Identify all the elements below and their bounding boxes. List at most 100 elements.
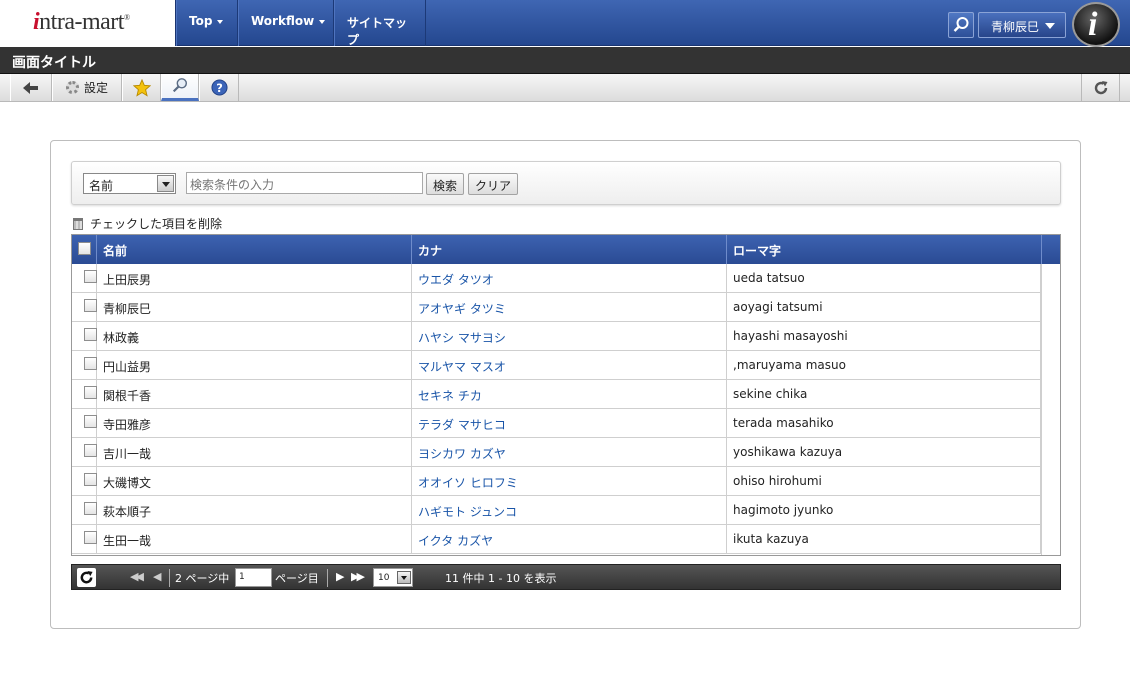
- help-button[interactable]: ?: [199, 74, 239, 101]
- row-checkbox-cell: [72, 409, 97, 437]
- cell-name: 大磯博文: [97, 467, 412, 495]
- search-bar: 名前 検索 クリア: [71, 161, 1061, 205]
- table-row[interactable]: 上田辰男 ウエダ タツオ ueda tatsuo: [72, 264, 1041, 293]
- row-checkbox[interactable]: [84, 502, 97, 515]
- row-checkbox-cell: [72, 322, 97, 350]
- search-toggle-button[interactable]: [161, 74, 199, 101]
- row-checkbox[interactable]: [84, 444, 97, 457]
- row-checkbox[interactable]: [84, 386, 97, 399]
- cell-kana-link[interactable]: ハギモト ジュンコ: [412, 496, 727, 524]
- cell-kana-link[interactable]: ヨシカワ カズヤ: [412, 438, 727, 466]
- pager-separator: [327, 569, 328, 587]
- logo-registered: ®: [123, 13, 130, 22]
- search-input[interactable]: [186, 172, 423, 194]
- intra-mart-logo[interactable]: intra-mart®: [0, 0, 176, 46]
- cell-name: 関根千香: [97, 380, 412, 408]
- cell-kana-link[interactable]: テラダ マサヒコ: [412, 409, 727, 437]
- nav-top[interactable]: Top: [176, 0, 238, 46]
- row-checkbox-cell: [72, 467, 97, 495]
- cell-name: 生田一哉: [97, 525, 412, 553]
- row-checkbox[interactable]: [84, 328, 97, 341]
- cell-romaji: ueda tatsuo: [727, 264, 1041, 292]
- row-checkbox[interactable]: [84, 299, 97, 312]
- cell-romaji: aoyagi tatsumi: [727, 293, 1041, 321]
- row-checkbox[interactable]: [84, 357, 97, 370]
- table-row[interactable]: 萩本順子 ハギモト ジュンコ hagimoto jyunko: [72, 496, 1041, 525]
- pager-separator: [169, 569, 170, 587]
- cell-kana-link[interactable]: セキネ チカ: [412, 380, 727, 408]
- table-row[interactable]: 円山益男 マルヤマ マスオ ,maruyama masuo: [72, 351, 1041, 380]
- table-row[interactable]: 生田一哉 イクタ カズヤ ikuta kazuya: [72, 525, 1041, 554]
- row-checkbox[interactable]: [84, 415, 97, 428]
- cell-romaji: terada masahiko: [727, 409, 1041, 437]
- rows-per-page-select[interactable]: 10: [373, 568, 413, 587]
- clear-button[interactable]: クリア: [468, 173, 519, 195]
- cell-romaji: ikuta kazuya: [727, 525, 1041, 553]
- column-header-romaji[interactable]: ローマ字: [727, 235, 1042, 264]
- cell-kana-link[interactable]: アオヤギ タツミ: [412, 293, 727, 321]
- table-row[interactable]: 吉川一哉 ヨシカワ カズヤ yoshikawa kazuya: [72, 438, 1041, 467]
- row-checkbox-cell: [72, 264, 97, 292]
- row-checkbox-cell: [72, 293, 97, 321]
- cell-kana-link[interactable]: オオイソ ヒロフミ: [412, 467, 727, 495]
- favorite-button[interactable]: [122, 74, 161, 101]
- row-checkbox-cell: [72, 438, 97, 466]
- cell-name: 林政義: [97, 322, 412, 350]
- cell-name: 寺田雅彦: [97, 409, 412, 437]
- global-search-button[interactable]: [948, 12, 974, 38]
- table-row[interactable]: 青柳辰巳 アオヤギ タツミ aoyagi tatsumi: [72, 293, 1041, 322]
- chevron-down-icon: [319, 20, 326, 24]
- global-header: intra-mart® Top Workflow サイトマップ 青柳辰巳 i: [0, 0, 1130, 47]
- user-menu-button[interactable]: 青柳辰巳: [978, 12, 1066, 38]
- chevron-down-icon: [1045, 23, 1055, 29]
- settings-button[interactable]: 設定: [52, 74, 122, 101]
- select-all-checkbox[interactable]: [78, 242, 91, 255]
- nav-workflow[interactable]: Workflow: [238, 0, 334, 46]
- row-checkbox-cell: [72, 380, 97, 408]
- pager-reload-button[interactable]: [77, 568, 96, 587]
- help-icon: ?: [210, 79, 228, 96]
- prev-page-button[interactable]: ◀: [153, 570, 161, 583]
- pager: ◀◀ ◀ 2 ページ中 1 ページ目 ▶ ▶▶ 10 11 件中 1 - 10 …: [71, 564, 1061, 590]
- chevron-down-icon: [397, 571, 411, 584]
- table-row[interactable]: 関根千香 セキネ チカ sekine chika: [72, 380, 1041, 409]
- reload-button[interactable]: [1081, 74, 1120, 101]
- row-checkbox-cell: [72, 496, 97, 524]
- header-select-all-cell: [72, 235, 97, 264]
- user-name: 青柳辰巳: [991, 20, 1040, 34]
- search-field-select[interactable]: 名前: [83, 173, 176, 194]
- delete-checked-label: チェックした項目を削除: [90, 217, 223, 231]
- cell-kana-link[interactable]: イクタ カズヤ: [412, 525, 727, 553]
- last-page-button[interactable]: ▶▶: [351, 570, 365, 583]
- cell-romaji: ,maruyama masuo: [727, 351, 1041, 379]
- search-button[interactable]: 検索: [426, 173, 465, 195]
- table-row[interactable]: 寺田雅彦 テラダ マサヒコ terada masahiko: [72, 409, 1041, 438]
- row-checkbox[interactable]: [84, 473, 97, 486]
- column-header-kana[interactable]: カナ: [412, 235, 727, 264]
- cell-romaji: ohiso hirohumi: [727, 467, 1041, 495]
- row-checkbox[interactable]: [84, 531, 97, 544]
- nav-sitemap[interactable]: サイトマップ: [334, 0, 426, 47]
- gear-icon: [65, 81, 79, 94]
- grid-scrollbar[interactable]: [1041, 264, 1060, 555]
- cell-kana-link[interactable]: マルヤマ マスオ: [412, 351, 727, 379]
- table-row[interactable]: 林政義 ハヤシ マサヨシ hayashi masayoshi: [72, 322, 1041, 351]
- column-header-name[interactable]: 名前: [97, 235, 412, 264]
- nav-sitemap-label: サイトマップ: [347, 16, 408, 47]
- delete-checked-link[interactable]: チェックした項目を削除: [73, 215, 222, 232]
- logo-text: ntra-mart: [39, 9, 124, 35]
- info-icon[interactable]: i: [1072, 2, 1120, 47]
- table-row[interactable]: 大磯博文 オオイソ ヒロフミ ohiso hirohumi: [72, 467, 1041, 496]
- page-number-input[interactable]: 1: [235, 568, 272, 587]
- back-button[interactable]: [10, 74, 52, 101]
- chevron-down-icon: [157, 175, 174, 192]
- page-title-bar: 画面タイトル: [0, 47, 1130, 74]
- cell-kana-link[interactable]: ハヤシ マサヨシ: [412, 322, 727, 350]
- cell-name: 青柳辰巳: [97, 293, 412, 321]
- row-checkbox[interactable]: [84, 270, 97, 283]
- nav-workflow-label: Workflow: [251, 14, 315, 28]
- cell-kana-link[interactable]: ウエダ タツオ: [412, 264, 727, 292]
- next-page-button[interactable]: ▶: [336, 570, 344, 583]
- search-field-value: 名前: [89, 179, 114, 193]
- first-page-button[interactable]: ◀◀: [130, 570, 144, 583]
